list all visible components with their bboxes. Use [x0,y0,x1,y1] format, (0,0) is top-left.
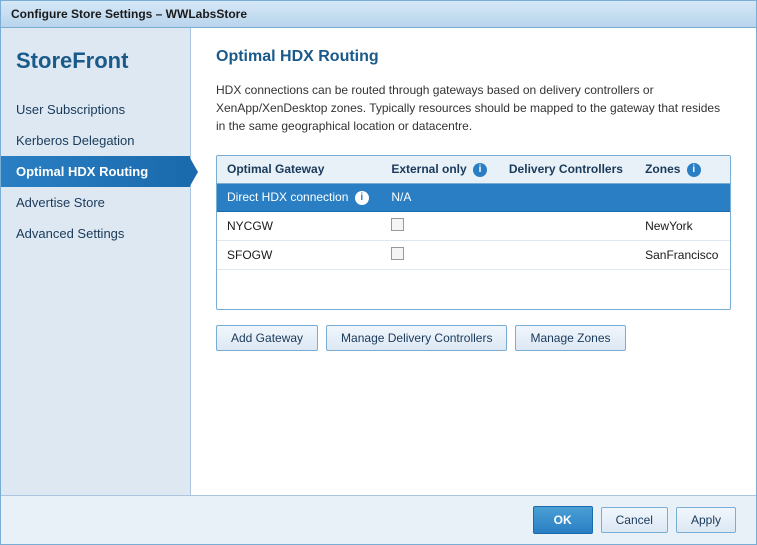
footer: OK Cancel Apply [1,495,756,544]
content-area: StoreFront User Subscriptions Kerberos D… [1,28,756,495]
sidebar-item-kerberos-delegation[interactable]: Kerberos Delegation [1,125,190,156]
manage-zones-button[interactable]: Manage Zones [515,325,625,351]
table-header-row: Optimal Gateway External only i Delivery… [217,156,730,183]
sidebar-item-optimal-hdx-routing[interactable]: Optimal HDX Routing [1,156,190,187]
sfogw-zones-cell: SanFrancisco [635,240,730,269]
gateway-table: Optimal Gateway External only i Delivery… [217,156,730,309]
ok-button[interactable]: OK [533,506,593,534]
empty-row-cell [217,269,730,309]
direct-hdx-info-icon[interactable]: i [355,191,369,205]
sfogw-external-checkbox[interactable] [391,247,404,260]
main-content: Optimal HDX Routing HDX connections can … [191,28,756,495]
external-only-info-icon[interactable]: i [473,163,487,177]
manage-delivery-controllers-button[interactable]: Manage Delivery Controllers [326,325,507,351]
col-delivery-controllers: Delivery Controllers [499,156,635,183]
table-row-sfogw[interactable]: SFOGW SanFrancisco [217,240,730,269]
table-row-direct-hdx[interactable]: Direct HDX connection i N/A [217,183,730,211]
col-optimal-gateway: Optimal Gateway [217,156,381,183]
gateway-table-container: Optimal Gateway External only i Delivery… [216,155,731,310]
title-bar: Configure Store Settings – WWLabsStore [1,1,756,28]
sidebar: StoreFront User Subscriptions Kerberos D… [1,28,191,495]
sidebar-item-advanced-settings[interactable]: Advanced Settings [1,218,190,249]
direct-hdx-gateway-cell: Direct HDX connection i [217,183,381,211]
table-row-nycgw[interactable]: NYCGW NewYork [217,211,730,240]
col-external-only: External only i [381,156,499,183]
nycgw-zones-cell: NewYork [635,211,730,240]
sfogw-external-cell [381,240,499,269]
col-zones: Zones i [635,156,730,183]
zones-info-icon[interactable]: i [687,163,701,177]
direct-hdx-controllers-cell [499,183,635,211]
sfogw-gateway-cell: SFOGW [217,240,381,269]
sidebar-item-user-subscriptions[interactable]: User Subscriptions [1,94,190,125]
nycgw-external-cell [381,211,499,240]
page-title: Optimal HDX Routing [216,48,731,66]
window: Configure Store Settings – WWLabsStore S… [0,0,757,545]
action-buttons-row: Add Gateway Manage Delivery Controllers … [216,325,731,351]
app-logo: StoreFront [1,38,190,94]
table-empty-row [217,269,730,309]
apply-button[interactable]: Apply [676,507,736,533]
nycgw-gateway-cell: NYCGW [217,211,381,240]
direct-hdx-external-cell: N/A [381,183,499,211]
nycgw-external-checkbox[interactable] [391,218,404,231]
nycgw-controllers-cell [499,211,635,240]
sfogw-controllers-cell [499,240,635,269]
direct-hdx-zones-cell [635,183,730,211]
add-gateway-button[interactable]: Add Gateway [216,325,318,351]
sidebar-item-advertise-store[interactable]: Advertise Store [1,187,190,218]
window-title: Configure Store Settings – WWLabsStore [11,7,247,21]
page-description: HDX connections can be routed through ga… [216,81,731,135]
cancel-button[interactable]: Cancel [601,507,668,533]
